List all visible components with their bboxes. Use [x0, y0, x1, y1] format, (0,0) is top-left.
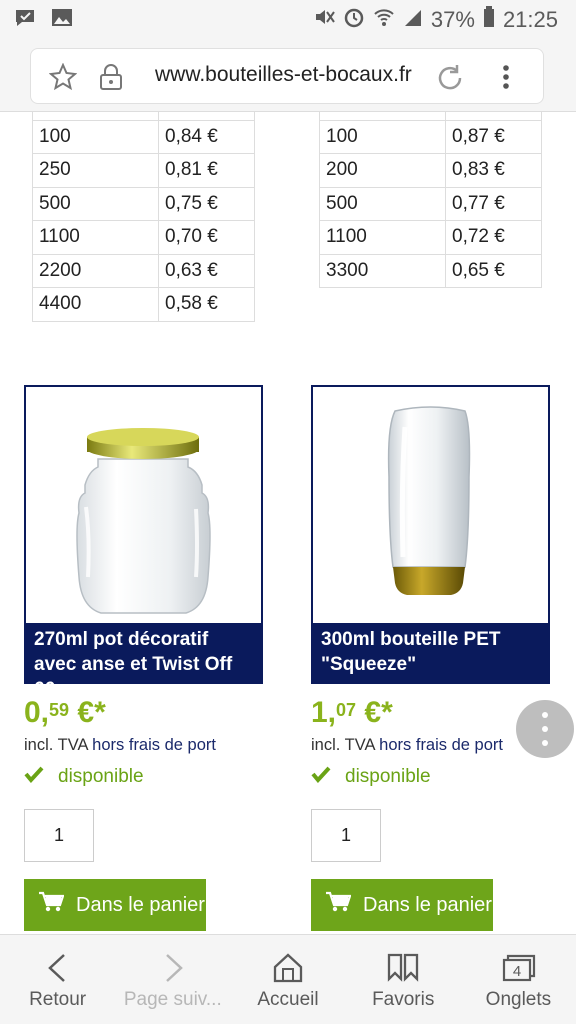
unit-price-cell: 0,77 €: [445, 186, 542, 221]
cart-icon: [325, 891, 352, 919]
unit-price-cell: 0,81 €: [158, 153, 255, 188]
reload-icon[interactable]: [435, 63, 465, 97]
quantity-cell: 500: [319, 186, 446, 221]
product-price: 1,07 €*: [311, 696, 393, 729]
price-row: 1100 0,72 €: [319, 220, 542, 255]
unit-price-cell: 0,92 €: [445, 112, 542, 121]
quantity-cell: 1100: [32, 220, 159, 255]
quantity-cell: 100: [32, 119, 159, 154]
squeeze-bottle-image: [387, 406, 471, 595]
price-row: 2200 0,63 €: [32, 253, 255, 288]
page-content: 500,89 €1000,84 €2500,81 €5000,75 €11000…: [0, 112, 576, 934]
shipping-link[interactable]: hors frais de port: [92, 736, 216, 754]
browser-nav-bar: Retour Page suiv... Accueil Favoris 4 On…: [0, 934, 576, 1024]
price-row: 500 0,75 €: [32, 186, 255, 221]
bookmark-star-icon[interactable]: [48, 62, 78, 95]
jar-image: [76, 428, 211, 614]
message-notification-icon: [14, 7, 38, 29]
unit-price-cell: 0,63 €: [158, 253, 255, 288]
url-text[interactable]: www.bouteilles-et-bocaux.fr: [155, 63, 435, 87]
product-title[interactable]: 270ml pot décoratif avec anse et Twist O…: [26, 623, 261, 700]
quantity-cell: 200: [319, 153, 446, 188]
product-image-card[interactable]: 270ml pot décoratif avec anse et Twist O…: [24, 385, 263, 700]
product-card-1: 270ml pot décoratif avec anse et Twist O…: [24, 385, 264, 931]
lock-icon: [97, 63, 125, 95]
quantity-cell: 4400: [32, 287, 159, 322]
product-price: 0,59 €*: [24, 696, 106, 729]
gallery-notification-icon: [50, 7, 74, 29]
product-title[interactable]: 300ml bouteille PET "Squeeze": [313, 623, 548, 682]
tabs-count: 4: [513, 963, 521, 980]
price-row: 500,89 €: [32, 112, 255, 121]
availability-status: disponible: [311, 765, 551, 789]
quantity-input[interactable]: 1: [24, 809, 94, 862]
tax-info: incl. TVA hors frais de port: [24, 736, 216, 754]
home-icon: [273, 953, 303, 983]
unit-price-cell: 0,58 €: [158, 287, 255, 322]
browser-menu-icon[interactable]: [501, 63, 511, 97]
forward-arrow-icon: [165, 954, 183, 982]
quantity-input[interactable]: 1: [311, 809, 381, 862]
unit-price-cell: 0,87 €: [445, 119, 542, 154]
price-row: 500,92 €: [319, 112, 542, 121]
price-row: 1100 0,70 €: [32, 220, 255, 255]
price-row: 250 0,81 €: [32, 153, 255, 188]
price-row: 100 0,87 €: [319, 119, 542, 154]
alarm-icon: [343, 6, 365, 34]
add-to-cart-button[interactable]: Dans le panier: [24, 879, 206, 931]
price-row: 100 0,84 €: [32, 119, 255, 154]
wifi-icon: [373, 6, 395, 34]
unit-price-cell: 0,70 €: [158, 220, 255, 255]
price-table-left: 500,89 €1000,84 €2500,81 €5000,75 €11000…: [32, 112, 255, 322]
unit-price-cell: 0,89 €: [158, 112, 255, 121]
cart-icon: [38, 891, 65, 919]
unit-price-cell: 0,83 €: [445, 153, 542, 188]
tabs-button[interactable]: 4 Onglets: [461, 935, 576, 1024]
unit-price-cell: 0,84 €: [158, 119, 255, 154]
battery-percent: 37%: [430, 7, 475, 32]
price-table-right: 500,92 €1000,87 €2000,83 €5000,77 €11000…: [319, 112, 542, 288]
unit-price-cell: 0,65 €: [445, 253, 542, 288]
unit-price-cell: 0,75 €: [158, 186, 255, 221]
mute-icon: [313, 6, 335, 34]
check-icon: [311, 765, 331, 789]
tabs-icon: 4: [503, 954, 536, 982]
product-card-2: 300ml bouteille PET "Squeeze" 1,07 €* in…: [311, 385, 551, 931]
home-button[interactable]: Accueil: [230, 935, 345, 1024]
quantity-cell: 50: [32, 112, 159, 121]
price-row: 200 0,83 €: [319, 153, 542, 188]
shipping-link[interactable]: hors frais de port: [379, 736, 503, 754]
check-icon: [24, 765, 44, 789]
quantity-cell: 100: [319, 119, 446, 154]
price-row: 3300 0,65 €: [319, 253, 542, 288]
bookmarks-icon: [388, 953, 419, 982]
browser-toolbar: www.bouteilles-et-bocaux.fr: [0, 40, 576, 112]
back-button[interactable]: Retour: [0, 935, 115, 1024]
status-bar: 37% 21:25: [0, 0, 576, 40]
address-bar[interactable]: www.bouteilles-et-bocaux.fr: [30, 48, 544, 104]
quantity-cell: 500: [32, 186, 159, 221]
quantity-cell: 1100: [319, 220, 446, 255]
product-image-card[interactable]: 300ml bouteille PET "Squeeze": [311, 385, 550, 684]
tax-info: incl. TVA hors frais de port: [311, 736, 503, 754]
quantity-cell: 250: [32, 153, 159, 188]
bookmarks-button[interactable]: Favoris: [346, 935, 461, 1024]
quantity-cell: 3300: [319, 253, 446, 288]
quantity-cell: 50: [319, 112, 446, 121]
clock: 21:25: [502, 7, 558, 32]
more-options-icon[interactable]: [516, 700, 574, 758]
battery-icon: [483, 6, 495, 34]
price-row: 4400 0,58 €: [32, 287, 255, 322]
back-arrow-icon: [47, 954, 65, 982]
availability-status: disponible: [24, 765, 264, 789]
signal-icon: [403, 6, 423, 34]
unit-price-cell: 0,72 €: [445, 220, 542, 255]
forward-button[interactable]: Page suiv...: [115, 935, 230, 1024]
price-row: 500 0,77 €: [319, 186, 542, 221]
quantity-cell: 2200: [32, 253, 159, 288]
add-to-cart-button[interactable]: Dans le panier: [311, 879, 493, 931]
